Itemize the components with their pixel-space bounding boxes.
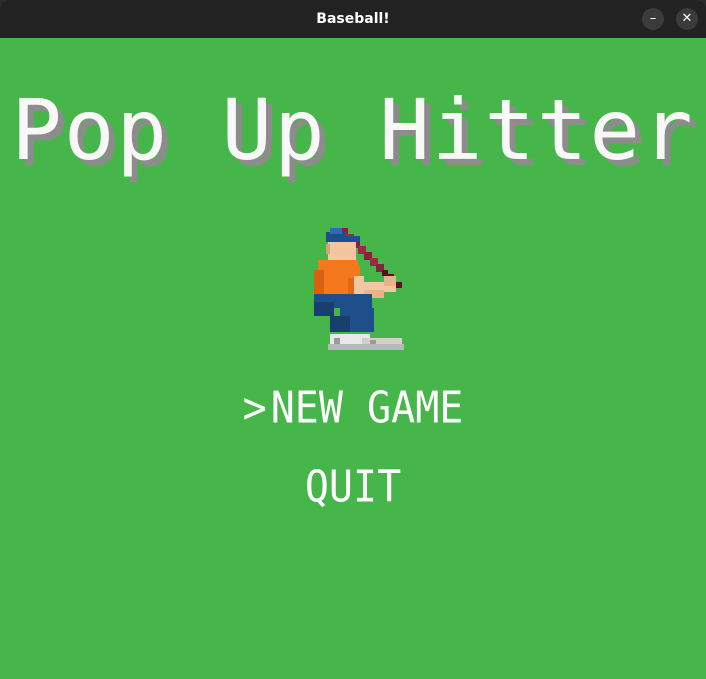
minimize-icon: – [649,11,657,26]
window-title: Baseball! [316,11,390,27]
menu-item-quit[interactable]: QUIT [0,463,706,511]
menu-item-label: QUIT [304,461,402,513]
window-titlebar[interactable]: Baseball! – ✕ [0,0,706,38]
game-canvas[interactable]: Pop Up Hitter > NEW GAME QUIT [0,38,706,679]
close-button[interactable]: ✕ [676,8,698,30]
minimize-button[interactable]: – [642,8,664,30]
batter-sprite [314,228,404,350]
menu-item-label: NEW GAME [270,382,464,434]
close-icon: ✕ [681,11,693,26]
menu-item-new-game[interactable]: > NEW GAME [0,384,706,432]
app-window: Baseball! – ✕ Pop Up Hitter > NEW GAME Q… [0,0,706,679]
game-title: Pop Up Hitter [11,81,695,179]
menu-cursor: > [242,382,267,434]
